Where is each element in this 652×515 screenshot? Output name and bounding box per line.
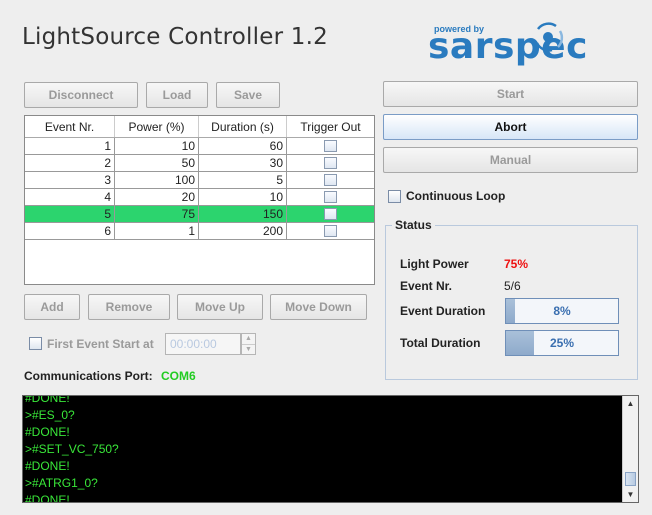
spin-up-icon[interactable]: ▲	[242, 334, 255, 345]
cell-duration[interactable]: 10	[199, 189, 287, 205]
console-log[interactable]: #DONE! >#ES_0? #DONE! >#SET_VC_750? #DONE! >#…	[22, 395, 639, 503]
trigger-out-checkbox[interactable]	[324, 174, 337, 186]
first-event-time-input[interactable]: 00:00:00	[165, 333, 241, 355]
cell-power[interactable]: 20	[115, 189, 199, 205]
events-table[interactable]: Event Nr. Power (%) Duration (s) Trigger…	[24, 115, 375, 285]
table-row[interactable]: 6 1 200	[25, 223, 374, 240]
time-spinner[interactable]: ▲ ▼	[241, 333, 256, 355]
cell-trigger-out	[287, 138, 374, 154]
comm-port-value: COM6	[161, 369, 196, 383]
event-duration-bar: 8%	[505, 298, 619, 324]
total-duration-bar: 25%	[505, 330, 619, 356]
cell-event[interactable]: 5	[25, 206, 115, 222]
table-row[interactable]: 3 100 5	[25, 172, 374, 189]
cell-power[interactable]: 10	[115, 138, 199, 154]
trigger-out-checkbox[interactable]	[324, 157, 337, 169]
cell-event[interactable]: 4	[25, 189, 115, 205]
cell-trigger-out	[287, 155, 374, 171]
cell-trigger-out	[287, 189, 374, 205]
trigger-out-checkbox[interactable]	[324, 208, 337, 220]
cell-power[interactable]: 75	[115, 206, 199, 222]
first-event-checkbox[interactable]	[29, 337, 42, 350]
status-title: Status	[392, 218, 435, 232]
cell-power[interactable]: 1	[115, 223, 199, 239]
col-trigger-out[interactable]: Trigger Out	[287, 116, 374, 137]
cell-trigger-out	[287, 206, 374, 222]
continuous-loop-label: Continuous Loop	[406, 189, 506, 203]
table-body: 1 10 60 2 50 30 3 100 5 4 20 10 5 75 150 6 1 200	[25, 138, 374, 240]
cell-trigger-out	[287, 172, 374, 188]
table-row[interactable]: 2 50 30	[25, 155, 374, 172]
cell-duration[interactable]: 60	[199, 138, 287, 154]
event-nr-label: Event Nr.	[400, 279, 453, 293]
console-line: #DONE!	[25, 493, 70, 503]
cell-duration[interactable]: 150	[199, 206, 287, 222]
add-button[interactable]: Add	[24, 294, 80, 320]
app-title: LightSource Controller 1.2	[22, 24, 328, 50]
cell-power[interactable]: 100	[115, 172, 199, 188]
cell-event[interactable]: 6	[25, 223, 115, 239]
continuous-loop-checkbox[interactable]	[388, 190, 401, 203]
console-line: >#SET_VC_750?	[25, 442, 119, 456]
console-line: #DONE!	[25, 395, 70, 405]
manual-button[interactable]: Manual	[383, 147, 638, 173]
console-lines: #DONE! >#ES_0? #DONE! >#SET_VC_750? #DONE! >#…	[25, 395, 620, 503]
cell-duration[interactable]: 200	[199, 223, 287, 239]
save-button[interactable]: Save	[216, 82, 280, 108]
col-event-nr[interactable]: Event Nr.	[25, 116, 115, 137]
console-scrollbar[interactable]: ▲ ▼	[622, 396, 638, 502]
event-duration-label: Event Duration	[400, 304, 486, 318]
sarspec-logo: powered by sarspec	[428, 8, 587, 67]
light-power-value: 75%	[504, 257, 529, 271]
table-row[interactable]: 1 10 60	[25, 138, 374, 155]
abort-button[interactable]: Abort	[383, 114, 638, 140]
first-event-label: First Event Start at	[47, 337, 154, 351]
comm-port-label: Communications Port:	[24, 369, 153, 383]
trigger-out-checkbox[interactable]	[324, 225, 337, 237]
remove-button[interactable]: Remove	[88, 294, 170, 320]
table-row[interactable]: 5 75 150	[25, 206, 374, 223]
cell-event[interactable]: 2	[25, 155, 115, 171]
col-duration[interactable]: Duration (s)	[199, 116, 287, 137]
scroll-thumb[interactable]	[625, 472, 636, 486]
spin-down-icon[interactable]: ▼	[242, 345, 255, 355]
total-duration-value: 25%	[549, 336, 575, 350]
move-down-button[interactable]: Move Down	[270, 294, 367, 320]
start-button[interactable]: Start	[383, 81, 638, 107]
arrow-down-icon[interactable]: ▼	[623, 487, 638, 502]
arrow-up-icon[interactable]: ▲	[623, 396, 638, 411]
sarspec-swirl-icon	[535, 22, 564, 52]
console-line: #DONE!	[25, 459, 70, 473]
cell-trigger-out	[287, 223, 374, 239]
console-line: >#ATRG1_0?	[25, 476, 98, 490]
cell-power[interactable]: 50	[115, 155, 199, 171]
console-line: #DONE!	[25, 425, 70, 439]
light-power-label: Light Power	[400, 257, 469, 271]
disconnect-button[interactable]: Disconnect	[24, 82, 138, 108]
event-duration-value: 8%	[553, 304, 571, 318]
cell-duration[interactable]: 30	[199, 155, 287, 171]
total-duration-label: Total Duration	[400, 336, 481, 350]
table-row[interactable]: 4 20 10	[25, 189, 374, 206]
cell-event[interactable]: 3	[25, 172, 115, 188]
col-power[interactable]: Power (%)	[115, 116, 199, 137]
table-header: Event Nr. Power (%) Duration (s) Trigger…	[25, 116, 374, 138]
cell-event[interactable]: 1	[25, 138, 115, 154]
trigger-out-checkbox[interactable]	[324, 191, 337, 203]
console-line: >#ES_0?	[25, 408, 75, 422]
move-up-button[interactable]: Move Up	[177, 294, 263, 320]
trigger-out-checkbox[interactable]	[324, 140, 337, 152]
cell-duration[interactable]: 5	[199, 172, 287, 188]
event-nr-value: 5/6	[504, 279, 521, 293]
load-button[interactable]: Load	[146, 82, 208, 108]
